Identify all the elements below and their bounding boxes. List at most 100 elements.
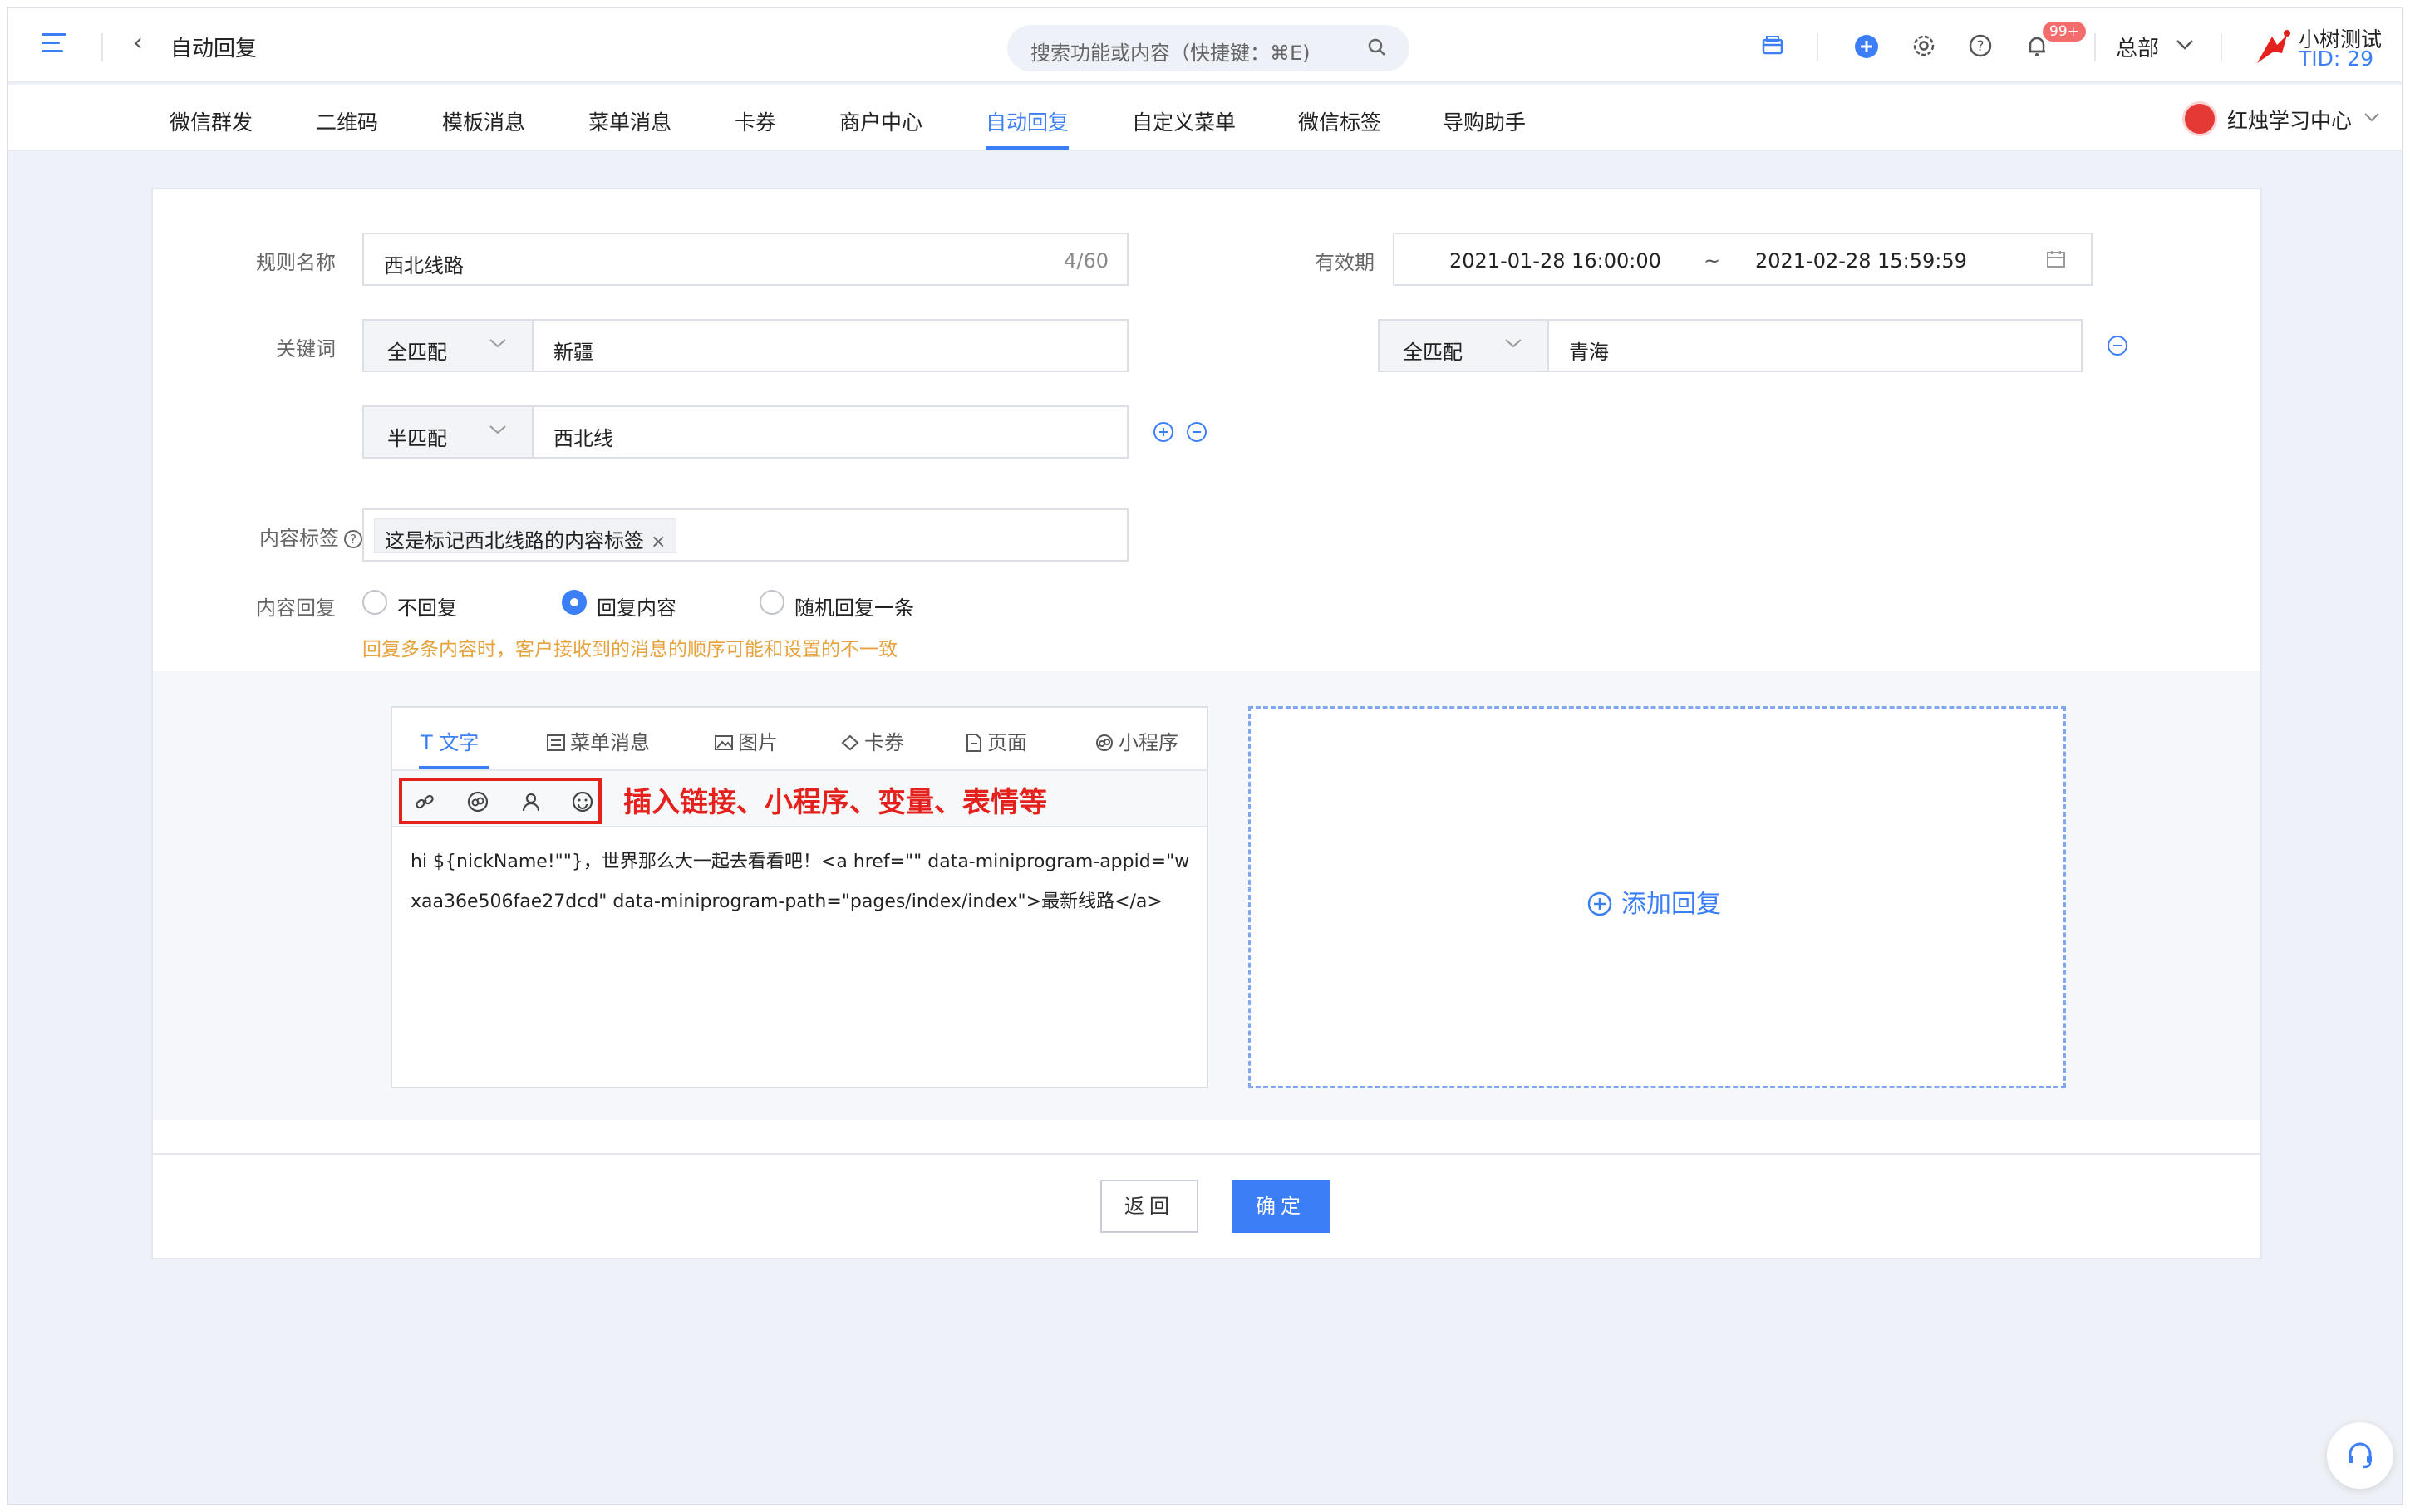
rule-name-input[interactable]: 西北线路 4/60 bbox=[362, 233, 1129, 286]
tab-label: 页面 bbox=[987, 731, 1027, 754]
tab-text[interactable]: T 文字 bbox=[421, 726, 479, 755]
nav-item-coupon[interactable]: 卡券 bbox=[735, 106, 776, 136]
radio-label: 随机回复一条 bbox=[794, 596, 914, 620]
validity-label: 有效期 bbox=[1315, 251, 1375, 274]
divider bbox=[101, 33, 103, 61]
top-bar: ‹ 自动回复 搜索功能或内容（快捷键：⌘E) ? 99+ 总部 小树测试 TID… bbox=[8, 8, 2402, 83]
text-type-icon: T bbox=[421, 731, 440, 754]
add-reply-label: 添加回复 bbox=[1621, 890, 1721, 919]
nav-active-indicator bbox=[986, 146, 1069, 150]
store-icon[interactable] bbox=[1760, 33, 1785, 58]
nav-item-template-msg[interactable]: 模板消息 bbox=[442, 106, 525, 136]
add-reply-box[interactable]: 添加回复 bbox=[1248, 706, 2066, 1088]
back-arrow-icon[interactable]: ‹ bbox=[133, 28, 143, 57]
keyword-match-select-3[interactable]: 半匹配 bbox=[362, 405, 534, 459]
tab-label: 卡券 bbox=[864, 731, 904, 754]
chevron-down-icon bbox=[489, 339, 506, 348]
keyword-match-select-2[interactable]: 全匹配 bbox=[1378, 319, 1549, 372]
nav-item-wechat-tags[interactable]: 微信标签 bbox=[1298, 106, 1381, 136]
search-icon bbox=[1368, 38, 1385, 56]
store-logo bbox=[2182, 101, 2217, 136]
tab-image[interactable]: 图片 bbox=[715, 726, 778, 755]
gear-icon[interactable] bbox=[1911, 33, 1936, 58]
content-tag-chip: 这是标记西北线路的内容标签 × bbox=[374, 518, 677, 553]
radio-no-reply[interactable] bbox=[362, 590, 387, 615]
remove-keyword-icon[interactable] bbox=[1187, 422, 1207, 442]
chevron-down-icon[interactable] bbox=[2176, 38, 2194, 52]
confirm-button[interactable]: 确定 bbox=[1232, 1180, 1330, 1233]
tab-menu-msg[interactable]: 菜单消息 bbox=[547, 726, 650, 755]
date-end: 2021-02-28 15:59:59 bbox=[1755, 249, 1967, 272]
content-tag-label-text: 内容标签 bbox=[259, 527, 339, 550]
remove-keyword-icon[interactable] bbox=[2108, 336, 2127, 356]
tab-page[interactable]: 页面 bbox=[966, 726, 1027, 755]
help-icon[interactable]: ? bbox=[1968, 33, 1993, 58]
order-warning: 回复多条内容时，客户接收到的消息的顺序可能和设置的不一致 bbox=[362, 639, 898, 660]
miniprogram-icon bbox=[1096, 734, 1113, 751]
tag-remove-icon[interactable]: × bbox=[651, 532, 666, 552]
keyword-label: 关键词 bbox=[276, 337, 336, 361]
nav-item-auto-reply[interactable]: 自动回复 bbox=[986, 106, 1069, 136]
notification-badge: 99+ bbox=[2043, 22, 2086, 42]
store-name[interactable]: 红烛学习中心 bbox=[2227, 105, 2352, 135]
back-button[interactable]: 返回 bbox=[1100, 1180, 1198, 1233]
search-input[interactable]: 搜索功能或内容（快捷键：⌘E) bbox=[1007, 25, 1409, 71]
keyword-value: 西北线 bbox=[553, 427, 613, 450]
radio-random-reply[interactable] bbox=[760, 590, 784, 615]
tab-coupon[interactable]: 卡券 bbox=[841, 726, 904, 755]
nav-item-qrcode[interactable]: 二维码 bbox=[316, 106, 378, 136]
nav-item-menu-msg[interactable]: 菜单消息 bbox=[588, 106, 671, 136]
reply-text-content[interactable]: hi ${nickName!""}，世界那么大一起去看看吧！<a href=""… bbox=[411, 842, 1192, 922]
keyword-input-2[interactable]: 青海 bbox=[1547, 319, 2083, 372]
page-icon bbox=[966, 734, 981, 752]
nav-item-guide-assistant[interactable]: 导购助手 bbox=[1443, 106, 1526, 136]
chevron-down-icon[interactable] bbox=[2363, 111, 2380, 123]
tab-label: 图片 bbox=[738, 731, 778, 754]
app-window: ‹ 自动回复 搜索功能或内容（快捷键：⌘E) ? 99+ 总部 小树测试 TID… bbox=[7, 7, 2403, 1505]
validity-date-range[interactable]: 2021-01-28 16:00:00 ~ 2021-02-28 15:59:5… bbox=[1393, 233, 2093, 286]
reply-editor: T 文字 菜单消息 图片 卡券 页面 小程序 插入链接、小程序、变量、表情等 h… bbox=[391, 706, 1208, 1088]
chevron-down-icon bbox=[1505, 339, 1522, 348]
divider bbox=[2094, 33, 2096, 61]
insert-toolbar-highlight bbox=[399, 778, 602, 824]
add-circle-icon bbox=[1587, 891, 1612, 916]
tab-miniprogram[interactable]: 小程序 bbox=[1095, 726, 1178, 755]
image-icon bbox=[715, 735, 733, 750]
user-variable-icon[interactable] bbox=[520, 791, 542, 812]
radio-label: 回复内容 bbox=[597, 596, 676, 620]
keyword-match-select-1[interactable]: 全匹配 bbox=[362, 319, 534, 372]
keyword-input-1[interactable]: 新疆 bbox=[532, 319, 1129, 372]
footer-divider bbox=[153, 1153, 2260, 1155]
add-keyword-icon[interactable] bbox=[1153, 422, 1173, 442]
avatar[interactable] bbox=[2249, 25, 2295, 71]
editor-toolbar: 插入链接、小程序、变量、表情等 bbox=[392, 771, 1207, 827]
keyword-input-3[interactable]: 西北线 bbox=[532, 405, 1129, 459]
add-circle-icon[interactable] bbox=[1853, 33, 1880, 60]
content-tag-input[interactable]: 这是标记西北线路的内容标签 × bbox=[362, 508, 1129, 562]
emoji-icon[interactable] bbox=[572, 791, 593, 812]
org-selector[interactable]: 总部 bbox=[2116, 32, 2159, 62]
user-tid: TID: 29 bbox=[2299, 47, 2374, 71]
content-reply-label: 内容回复 bbox=[256, 596, 336, 620]
nav-item-custom-menu[interactable]: 自定义菜单 bbox=[1132, 106, 1236, 136]
rule-name-count: 4/60 bbox=[1064, 249, 1109, 272]
coupon-icon bbox=[841, 734, 859, 751]
add-reply-button[interactable]: 添加回复 bbox=[1586, 883, 1721, 920]
menu-toggle-icon[interactable] bbox=[42, 33, 66, 55]
keyword-value: 青海 bbox=[1569, 341, 1609, 364]
keyword-match-value: 半匹配 bbox=[387, 427, 447, 450]
customer-service-button[interactable] bbox=[2327, 1422, 2393, 1489]
toolbar-annotation: 插入链接、小程序、变量、表情等 bbox=[623, 786, 1047, 819]
nav-item-group-send[interactable]: 微信群发 bbox=[170, 106, 253, 136]
radio-label: 不回复 bbox=[397, 596, 457, 620]
radio-reply-content[interactable] bbox=[562, 590, 587, 615]
nav-item-merchant[interactable]: 商户中心 bbox=[839, 106, 922, 136]
keyword-match-value: 全匹配 bbox=[1403, 341, 1463, 364]
miniprogram-icon[interactable] bbox=[467, 791, 489, 812]
chevron-down-icon bbox=[489, 425, 506, 434]
help-icon[interactable]: ? bbox=[344, 530, 362, 548]
content-tag-text: 这是标记西北线路的内容标签 bbox=[385, 529, 644, 552]
tab-label: 文字 bbox=[439, 731, 480, 754]
link-icon[interactable] bbox=[414, 791, 435, 812]
date-start: 2021-01-28 16:00:00 bbox=[1449, 249, 1661, 272]
